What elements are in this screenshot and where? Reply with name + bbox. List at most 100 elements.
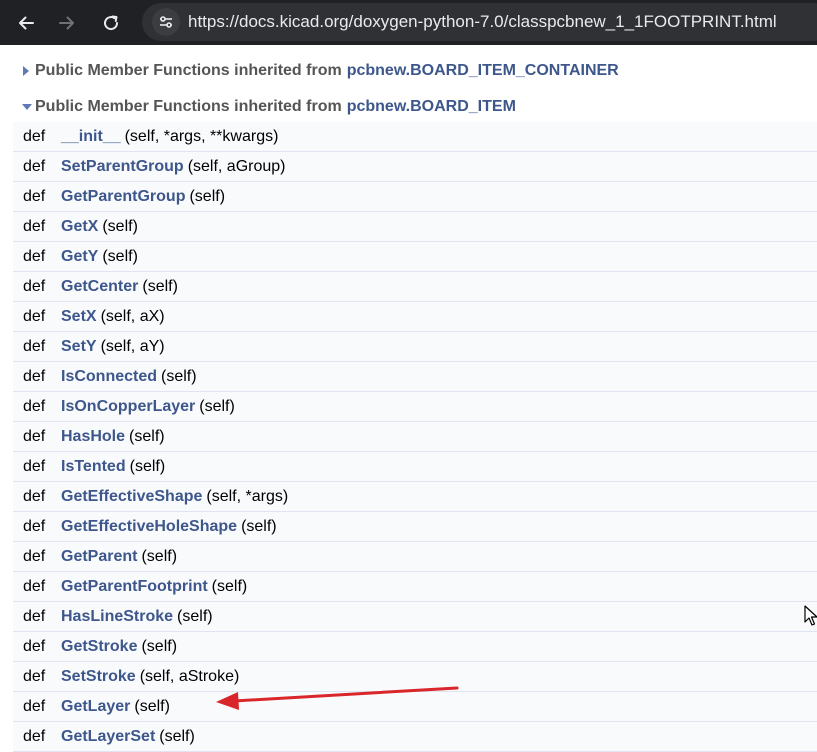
member-row: def GetLayer (self)	[13, 692, 817, 722]
reload-button[interactable]	[96, 8, 126, 38]
member-args: (self)	[141, 547, 178, 565]
url-text[interactable]: https://docs.kicad.org/doxygen-python-7.…	[188, 12, 777, 32]
member-function-link[interactable]: GetParent	[61, 548, 137, 566]
member-function-link[interactable]: GetParentFootprint	[61, 578, 208, 596]
member-function-link[interactable]: HasHole	[61, 428, 125, 446]
inherited-section-board-item[interactable]: Public Member Functions inherited from p…	[22, 96, 516, 118]
member-row: def GetEffectiveHoleShape (self)	[13, 512, 817, 542]
member-args: (self)	[211, 577, 248, 595]
member-row: def GetLayerSet (self)	[13, 722, 817, 752]
member-row: def GetEffectiveShape (self, *args)	[13, 482, 817, 512]
member-args: (self)	[189, 187, 226, 205]
member-row: def IsTented (self)	[13, 452, 817, 482]
member-def-keyword: def	[23, 637, 46, 655]
browser-toolbar: https://docs.kicad.org/doxygen-python-7.…	[0, 0, 817, 45]
member-function-link[interactable]: IsOnCopperLayer	[61, 398, 195, 416]
member-args: (self)	[102, 247, 138, 265]
member-function-link[interactable]: SetX	[61, 308, 97, 326]
address-bar[interactable]: https://docs.kicad.org/doxygen-python-7.…	[142, 3, 817, 41]
member-function-link[interactable]: GetEffectiveHoleShape	[61, 518, 237, 536]
member-args: (self)	[159, 727, 195, 745]
member-def-keyword: def	[23, 727, 46, 745]
member-function-link[interactable]: SetStroke	[61, 668, 136, 686]
member-def-keyword: def	[23, 667, 46, 685]
member-def-keyword: def	[23, 577, 46, 595]
member-function-link[interactable]: SetY	[61, 338, 97, 356]
expand-triangle-icon[interactable]	[22, 60, 32, 82]
member-def-keyword: def	[23, 607, 46, 625]
member-row: def HasLineStroke (self)	[13, 602, 817, 632]
member-def-keyword: def	[23, 127, 46, 145]
member-function-link[interactable]: GetParentGroup	[61, 188, 185, 206]
member-def-keyword: def	[23, 337, 46, 355]
member-args: (self, *args)	[206, 487, 289, 505]
member-function-link[interactable]: GetStroke	[61, 638, 137, 656]
member-function-link[interactable]: HasLineStroke	[61, 608, 173, 626]
member-row: def __init__ (self, *args, **kwargs)	[13, 122, 817, 152]
member-function-link[interactable]: GetLayer	[61, 698, 130, 716]
member-args: (self)	[161, 367, 197, 385]
member-def-keyword: def	[23, 697, 46, 715]
member-args: (self)	[199, 397, 235, 415]
member-args: (self)	[241, 517, 277, 535]
member-function-link[interactable]: GetY	[61, 248, 98, 266]
section-prefix: Public Member Functions inherited from	[35, 98, 342, 115]
member-args: (self, *args, **kwargs)	[124, 127, 279, 145]
section-prefix: Public Member Functions inherited from	[35, 62, 342, 79]
page-content: Public Member Functions inherited from p…	[0, 45, 817, 752]
member-def-keyword: def	[23, 427, 46, 445]
tune-icon	[160, 16, 172, 28]
arrow-left-icon	[19, 16, 34, 30]
member-function-link[interactable]: GetCenter	[61, 278, 138, 296]
mouse-cursor-icon	[804, 605, 817, 626]
member-function-link[interactable]: GetX	[61, 218, 98, 236]
member-def-keyword: def	[23, 157, 46, 175]
member-row: def IsOnCopperLayer (self)	[13, 392, 817, 422]
member-row: def SetStroke (self, aStroke)	[13, 662, 817, 692]
class-link-board-item[interactable]: pcbnew.BOARD_ITEM	[347, 98, 516, 116]
member-row: def SetX (self, aX)	[13, 302, 817, 332]
member-def-keyword: def	[23, 367, 46, 385]
member-function-link[interactable]: IsConnected	[61, 368, 157, 386]
member-function-list: def __init__ (self, *args, **kwargs) def Set…	[13, 122, 817, 752]
member-def-keyword: def	[23, 397, 46, 415]
member-row: def GetParentGroup (self)	[13, 182, 817, 212]
member-def-keyword: def	[23, 547, 46, 565]
member-function-link[interactable]: GetLayerSet	[61, 728, 155, 746]
member-args: (self, aGroup)	[187, 157, 286, 175]
site-info-button[interactable]	[152, 8, 180, 36]
class-link-board-item-container[interactable]: pcbnew.BOARD_ITEM_CONTAINER	[347, 62, 619, 80]
member-row: def GetY (self)	[13, 242, 817, 272]
member-function-link[interactable]: IsTented	[61, 458, 126, 476]
member-def-keyword: def	[23, 487, 46, 505]
member-row: def SetParentGroup (self, aGroup)	[13, 152, 817, 182]
member-args: (self)	[129, 427, 165, 445]
member-row: def GetCenter (self)	[13, 272, 817, 302]
member-def-keyword: def	[23, 217, 46, 235]
reload-icon	[104, 15, 119, 31]
member-args: (self)	[129, 457, 166, 475]
forward-button[interactable]	[52, 8, 82, 38]
member-def-keyword: def	[23, 277, 46, 295]
member-def-keyword: def	[23, 517, 46, 535]
member-args: (self)	[141, 637, 178, 655]
member-args: (self)	[142, 277, 178, 295]
member-row: def GetX (self)	[13, 212, 817, 242]
member-row: def GetStroke (self)	[13, 632, 817, 662]
inherited-section-board-item-container[interactable]: Public Member Functions inherited from p…	[22, 60, 619, 82]
member-function-link[interactable]: SetParentGroup	[61, 158, 184, 176]
member-args: (self)	[102, 217, 138, 235]
member-function-link[interactable]: GetEffectiveShape	[61, 488, 202, 506]
member-def-keyword: def	[23, 187, 46, 205]
member-args: (self, aY)	[100, 337, 165, 355]
member-def-keyword: def	[23, 457, 46, 475]
member-args: (self)	[134, 697, 170, 715]
back-button[interactable]	[11, 8, 41, 38]
member-row: def GetParentFootprint (self)	[13, 572, 817, 602]
member-row: def HasHole (self)	[13, 422, 817, 452]
member-function-link[interactable]: __init__	[61, 128, 121, 146]
collapse-triangle-icon[interactable]	[22, 96, 32, 118]
member-args: (self)	[177, 607, 213, 625]
member-row: def IsConnected (self)	[13, 362, 817, 392]
member-args: (self, aX)	[100, 307, 165, 325]
